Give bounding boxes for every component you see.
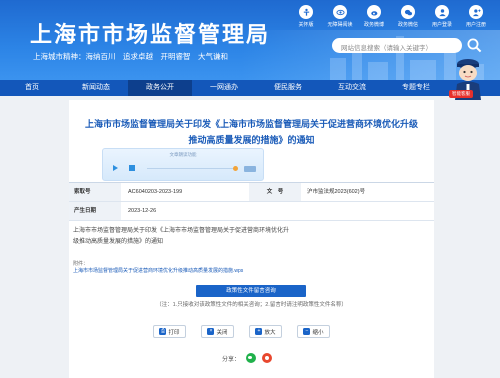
weibo-link[interactable]: 政务微博: [360, 5, 388, 28]
zoom-out-label: 缩小: [312, 329, 324, 336]
zoom-in-button[interactable]: + 放大: [249, 325, 282, 338]
header-banner: 上海市市场监督管理局 上海城市精神：海纳百川 追求卓越 开明睿智 大气谦和 关怀…: [0, 0, 500, 80]
login-link[interactable]: 用户登录: [428, 5, 456, 28]
play-icon[interactable]: [113, 165, 118, 171]
docno-value: 沪市监法规2023(602)号: [307, 189, 366, 195]
top-icon-label: 关怀版: [298, 22, 314, 28]
zoom-out-icon: −: [303, 328, 311, 335]
search-icon: [467, 38, 482, 53]
article-body: 上海市市场监督管理局关于印发《上海市市场监督管理局关于促进营商环境优化升 级推动…: [73, 226, 323, 247]
close-icon: ×: [207, 328, 215, 335]
attachment-label: 附件：: [73, 261, 89, 267]
article-actions: ⎙ 打印 × 关闭 + 放大 − 缩小: [153, 325, 330, 338]
zoom-in-label: 放大: [264, 329, 276, 336]
wechat-share-icon[interactable]: [246, 353, 257, 363]
share-label: 分享：: [222, 356, 241, 363]
printer-icon: ⎙: [159, 328, 167, 335]
attachment-link[interactable]: 上海市市场监督管理局关于促进营商环境优化升级推动高质量发展的措施.wps: [73, 267, 243, 274]
player-label: 文章朗读功能: [169, 152, 197, 157]
share-bar: 分享：: [222, 353, 273, 363]
audio-player: 文章朗读功能: [102, 148, 264, 181]
nav-item-news[interactable]: 新闻动态: [64, 80, 128, 96]
policy-consult-button[interactable]: 政策性文件留言咨询: [196, 285, 306, 297]
volume-icon[interactable]: [244, 166, 256, 172]
progress-handle[interactable]: [233, 166, 238, 171]
document-info-table: 索取号 AC6040203-2023-199 文 号 沪市监法规2023(602…: [69, 182, 434, 221]
site-title: 上海市市场监督管理局: [30, 22, 271, 47]
smart-service-badge[interactable]: 智能客服: [449, 90, 473, 98]
body-line: 级推动高质量发展的措施》的通知: [73, 238, 164, 245]
register-link[interactable]: 用户注册: [462, 5, 490, 28]
user-icon: [435, 5, 449, 19]
article-panel: 上海市市场监督管理局关于印发《上海市市场监督管理局关于促进营商环境优化升级 推动…: [69, 100, 434, 378]
top-icon-label: 用户注册: [465, 22, 486, 28]
weibo-icon: [367, 5, 381, 19]
search-button[interactable]: [466, 37, 483, 54]
date-label: 产生日期: [69, 202, 121, 220]
docno-label: 文 号: [249, 183, 301, 201]
weibo-share-icon[interactable]: [262, 353, 273, 363]
accessibility-icon: [299, 5, 313, 19]
close-button[interactable]: × 关闭: [201, 325, 234, 338]
zoom-out-button[interactable]: − 缩小: [297, 325, 330, 338]
print-label: 打印: [168, 329, 180, 336]
info-row: 产生日期 2023-12-26: [69, 202, 434, 221]
accessibility-link[interactable]: 关怀版: [292, 5, 320, 28]
nav-item-public-service[interactable]: 便民服务: [256, 80, 320, 96]
nav-item-special-topics[interactable]: 专题专栏: [384, 80, 448, 96]
progress-track[interactable]: [147, 168, 235, 169]
barrier-free-link[interactable]: 无障碍阅读: [326, 5, 354, 28]
stop-icon[interactable]: [129, 165, 135, 171]
register-icon: [469, 5, 483, 19]
main-nav: 首页 新闻动态 政务公开 一网通办 便民服务 互动交流 专题专栏: [0, 80, 500, 96]
date-value: 2023-12-26: [128, 208, 157, 214]
nav-item-online-service[interactable]: 一网通办: [192, 80, 256, 96]
article-title-line: 推动高质量发展的措施》的通知: [188, 135, 315, 145]
index-value: AC6040203-2023-199: [128, 189, 183, 195]
index-label: 索取号: [69, 183, 121, 201]
top-icon-label: 政务微博: [363, 22, 384, 28]
top-icon-label: 政务微信: [397, 22, 418, 28]
top-toolbar: 关怀版 无障碍阅读 政务微博 政务微信 用户登录 用户注册: [292, 5, 490, 28]
article-title-line: 上海市市场监督管理局关于印发《上海市市场监督管理局关于促进营商环境优化升级: [84, 119, 418, 129]
slogan: 上海城市精神：海纳百川 追求卓越 开明睿智 大气谦和: [33, 52, 228, 61]
wechat-icon: [401, 5, 415, 19]
top-icon-label: 无障碍阅读: [327, 22, 353, 28]
nav-item-gov-affairs[interactable]: 政务公开: [128, 80, 192, 96]
body-line: 上海市市场监督管理局关于印发《上海市市场监督管理局关于促进营商环境优化升: [73, 228, 290, 234]
eye-icon: [333, 5, 347, 19]
top-icon-label: 用户登录: [431, 22, 452, 28]
nav-item-interaction[interactable]: 互动交流: [320, 80, 384, 96]
article-title: 上海市市场监督管理局关于印发《上海市市场监督管理局关于促进营商环境优化升级 推动…: [69, 116, 434, 148]
wechat-link[interactable]: 政务微信: [394, 5, 422, 28]
print-button[interactable]: ⎙ 打印: [153, 325, 186, 338]
info-row: 索取号 AC6040203-2023-199 文 号 沪市监法规2023(602…: [69, 183, 434, 202]
page: 上海市市场监督管理局 上海城市精神：海纳百川 追求卓越 开明睿智 大气谦和 关怀…: [0, 0, 500, 378]
search-input[interactable]: 网站信息搜索（请输入关键字）: [332, 38, 462, 53]
zoom-in-icon: +: [255, 328, 263, 335]
consult-note: （注：1.只接收对该政策性文件的相关咨询；2.留言时请注明政策性文件名称）: [156, 302, 347, 308]
close-label: 关闭: [216, 329, 228, 336]
nav-item-home[interactable]: 首页: [0, 80, 64, 96]
